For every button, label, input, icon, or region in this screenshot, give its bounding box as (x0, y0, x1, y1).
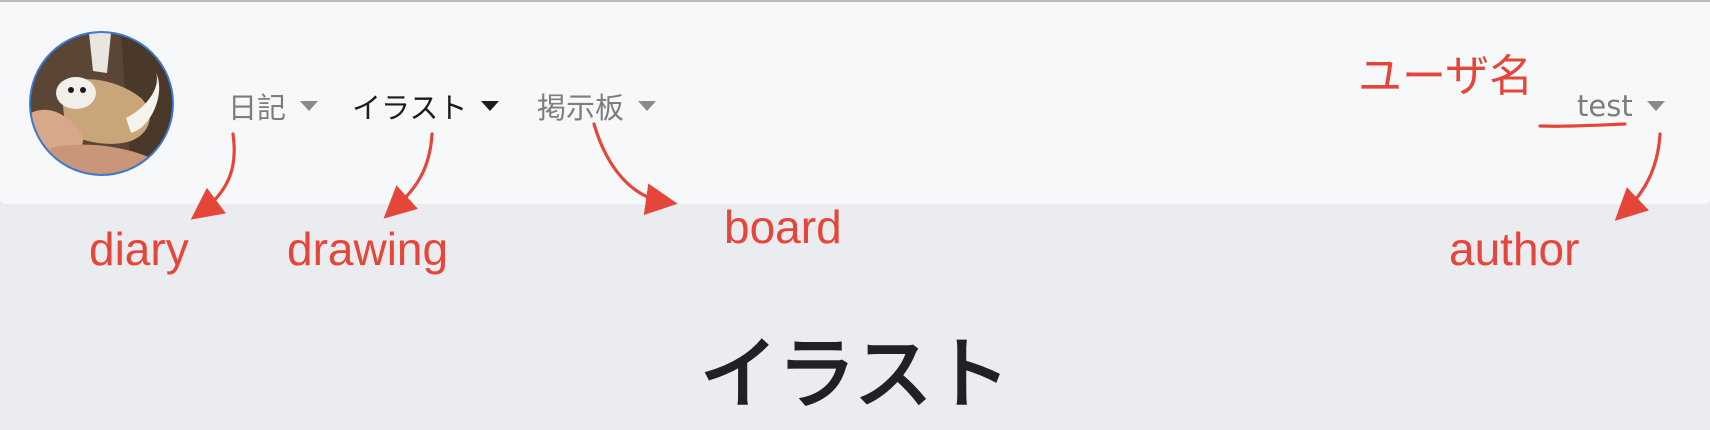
nav-item-drawing-label: イラスト (352, 91, 468, 125)
user-menu[interactable]: test (1577, 86, 1665, 126)
annotation-author: author (1449, 223, 1580, 275)
navbar: 日記 イラスト 掲示板 test (0, 2, 1710, 204)
caret-down-icon (481, 101, 500, 111)
nav-item-board-label: 掲示板 (537, 91, 625, 125)
nav-item-drawing[interactable]: イラスト (352, 86, 500, 126)
user-menu-label: test (1577, 89, 1633, 123)
nav-item-diary-label: 日記 (228, 91, 287, 125)
annotation-username: ユーザ名 (1358, 52, 1534, 101)
nav-item-diary[interactable]: 日記 (228, 86, 319, 126)
nav-item-board[interactable]: 掲示板 (537, 86, 657, 126)
annotation-drawing: drawing (287, 223, 449, 275)
ferret-photo-icon (31, 33, 172, 174)
avatar[interactable] (29, 31, 174, 176)
annotation-board: board (724, 201, 842, 253)
annotation-diary: diary (89, 223, 189, 275)
caret-down-icon (1646, 101, 1665, 111)
caret-down-icon (638, 101, 657, 111)
caret-down-icon (300, 101, 319, 111)
page-title: イラスト (699, 330, 1011, 420)
